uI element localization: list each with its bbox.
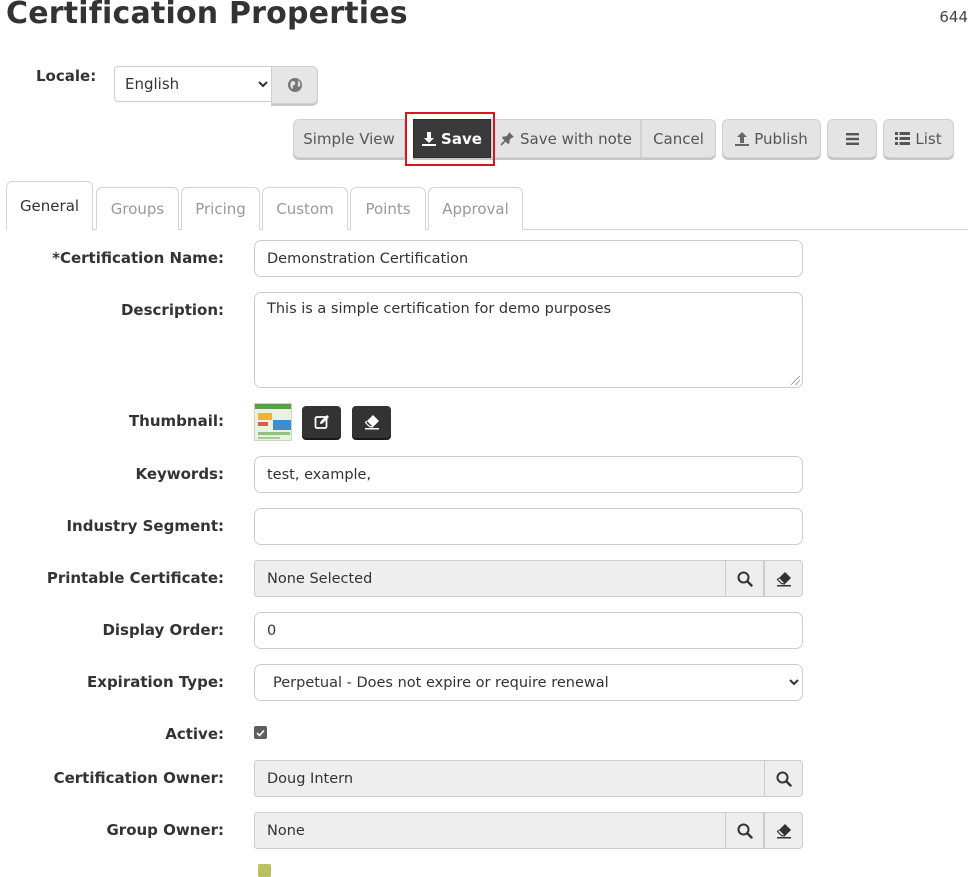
group-owner-field: None [254, 812, 726, 849]
description-label: Description: [120, 301, 224, 319]
tab-general[interactable]: General [6, 181, 93, 230]
tab-points-label: Points [365, 200, 411, 218]
eraser-icon [776, 823, 791, 838]
search-icon [737, 823, 753, 839]
active-label: Active: [165, 725, 224, 743]
globe-icon [287, 78, 302, 92]
cancel-button[interactable]: Cancel [641, 119, 716, 158]
list-icon [895, 132, 911, 145]
resize-grip-icon[interactable] [791, 376, 800, 385]
thumbnail-graphic-icon [255, 404, 291, 439]
printable-certificate-value: None Selected [267, 570, 373, 587]
save-label: Save [441, 129, 482, 148]
certification-owner-field: Doug Intern [254, 760, 765, 797]
locale-globe-button[interactable] [271, 66, 318, 104]
save-with-note-button[interactable]: Save with note [491, 119, 641, 158]
certification-owner-search-button[interactable] [764, 760, 803, 797]
locale-select[interactable]: English [114, 66, 272, 102]
tab-approval-label: Approval [442, 200, 509, 218]
simple-view-label: Simple View [303, 129, 395, 148]
pushpin-icon [500, 132, 514, 146]
edit-thumbnail-button[interactable] [302, 406, 341, 438]
publish-button[interactable]: Publish [722, 119, 821, 158]
keywords-value: test, example, [267, 466, 372, 483]
partial-checkbox[interactable] [258, 864, 271, 877]
expiration-type-select[interactable]: Perpetual - Does not expire or require r… [254, 664, 803, 701]
display-order-value: 0 [267, 622, 277, 639]
printable-certificate-search-button[interactable] [725, 560, 764, 597]
tab-points[interactable]: Points [350, 187, 426, 230]
clear-thumbnail-button[interactable] [352, 406, 391, 438]
tab-approval[interactable]: Approval [428, 187, 523, 230]
keywords-label: Keywords: [135, 465, 224, 483]
display-order-label: Display Order: [102, 621, 224, 639]
tab-pricing[interactable]: Pricing [181, 187, 260, 230]
menu-button[interactable] [827, 119, 877, 158]
record-id: 644 [939, 8, 968, 26]
tab-groups[interactable]: Groups [96, 187, 179, 230]
certification-name-value: Demonstration Certification [267, 250, 469, 267]
printable-certificate-label: Printable Certificate: [46, 569, 224, 587]
printable-certificate-clear-button[interactable] [764, 560, 803, 597]
active-checkbox[interactable] [254, 726, 267, 739]
certification-name-input[interactable]: Demonstration Certification [254, 240, 803, 277]
description-textarea[interactable]: This is a simple certification for demo … [254, 292, 803, 388]
page-title: Certification Properties [6, 0, 408, 31]
upload-icon [735, 131, 750, 146]
group-owner-value: None [267, 822, 305, 839]
tab-general-label: General [19, 197, 80, 215]
tab-custom-label: Custom [276, 200, 334, 218]
tab-groups-label: Groups [110, 200, 165, 218]
thumbnail-image [254, 403, 292, 441]
group-owner-search-button[interactable] [725, 812, 764, 849]
group-owner-label: Group Owner: [106, 821, 224, 839]
thumbnail-label: Thumbnail: [128, 412, 224, 430]
group-owner-clear-button[interactable] [764, 812, 803, 849]
tab-pricing-label: Pricing [195, 200, 246, 218]
checkmark-icon [256, 729, 265, 737]
keywords-input[interactable]: test, example, [254, 456, 803, 493]
eraser-icon [776, 571, 791, 586]
expiration-type-label: Expiration Type: [87, 673, 224, 691]
search-icon [776, 771, 792, 787]
save-with-note-label: Save with note [520, 129, 632, 148]
certification-name-label: *Certification Name: [52, 249, 224, 267]
bars-icon [845, 132, 859, 145]
description-value: This is a simple certification for demo … [267, 301, 612, 317]
eraser-icon [364, 415, 379, 430]
display-order-input[interactable]: 0 [254, 612, 803, 649]
cancel-label: Cancel [653, 129, 704, 148]
save-button[interactable]: Save [413, 119, 491, 158]
edit-icon [314, 415, 329, 429]
industry-segment-input[interactable] [254, 508, 803, 545]
simple-view-button[interactable]: Simple View [293, 119, 405, 158]
publish-label: Publish [754, 129, 808, 148]
certification-owner-label: Certification Owner: [53, 769, 224, 787]
printable-certificate-field: None Selected [254, 560, 726, 597]
locale-label: Locale: [36, 67, 97, 85]
tab-custom[interactable]: Custom [262, 187, 348, 230]
list-label: List [915, 129, 942, 148]
list-button[interactable]: List [883, 119, 954, 158]
search-icon [737, 571, 753, 587]
industry-segment-label: Industry Segment: [66, 517, 224, 535]
certification-owner-value: Doug Intern [267, 770, 354, 787]
download-icon [422, 131, 437, 146]
